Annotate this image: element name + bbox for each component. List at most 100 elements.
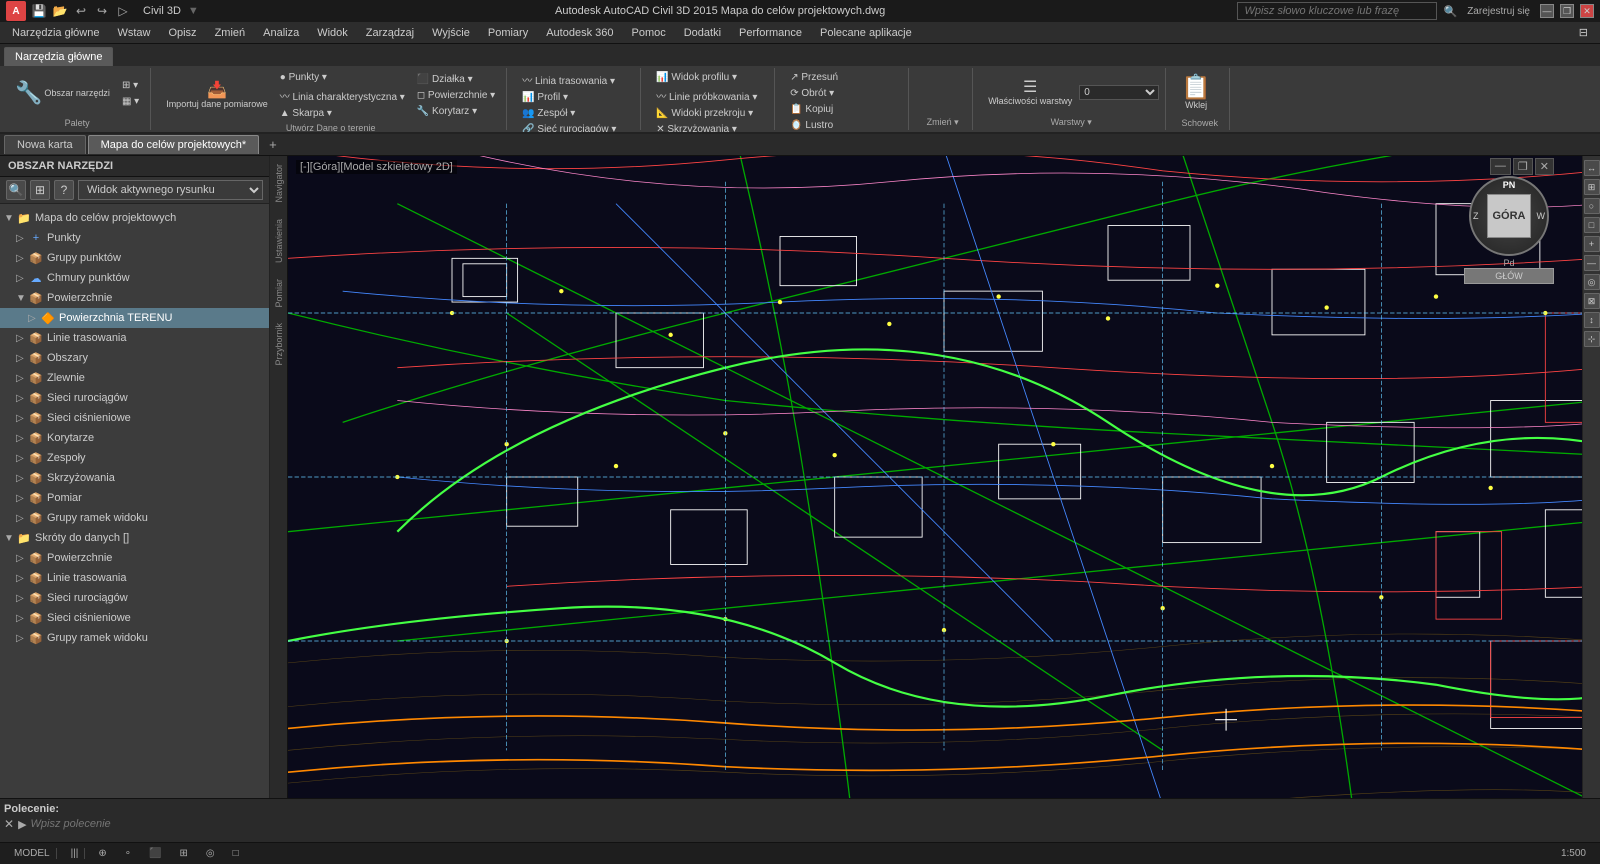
panel-tool-2[interactable]: ⊞: [30, 180, 50, 200]
expand-mapa[interactable]: ▼: [4, 213, 16, 224]
btn-profil[interactable]: 📊 Profil ▾: [517, 90, 621, 105]
vp-btn-3[interactable]: ○: [1584, 198, 1600, 214]
menu-expand[interactable]: ⊟: [1571, 24, 1596, 41]
btn-obszar-narzedzi[interactable]: 🔧 Obszar narzędzi: [10, 79, 115, 107]
nav-label-navigator[interactable]: Navigator: [272, 160, 286, 207]
qat-undo[interactable]: ↪: [93, 2, 111, 20]
btn-skarpa[interactable]: ▲ Skarpa ▾: [275, 106, 410, 121]
tab-nowa-karta[interactable]: Nowa karta: [4, 135, 86, 154]
btn-linie-prob[interactable]: 〰 Linie próbkowania ▾: [651, 86, 762, 105]
expand-grupy-ramek[interactable]: ▷: [16, 513, 28, 524]
nav-glow-btn[interactable]: GŁÓW: [1464, 268, 1554, 284]
btn-linia-tras[interactable]: 〰 Linia trasowania ▾: [517, 70, 621, 89]
menu-pomiary[interactable]: Pomiary: [480, 25, 536, 41]
btn-zespol[interactable]: 👥 Zespół ▾: [517, 106, 621, 121]
expand-sieci-cisn[interactable]: ▷: [16, 413, 28, 424]
qat-save[interactable]: ↩: [72, 2, 90, 20]
tree-item-skroty-pow[interactable]: ▷ 📦 Powierzchnie: [0, 548, 269, 568]
qat-redo[interactable]: ▷: [114, 2, 132, 20]
menu-performance[interactable]: Performance: [731, 25, 810, 41]
search-icon[interactable]: 🔍: [1443, 5, 1457, 18]
menu-zarzadzaj[interactable]: Zarządzaj: [358, 25, 422, 41]
tab-mapa[interactable]: Mapa do celów projektowych*: [88, 135, 260, 154]
menu-zmien[interactable]: Zmień: [207, 25, 254, 41]
tree-root-skroty[interactable]: ▼ 📁 Skróty do danych []: [0, 528, 269, 548]
menu-analiza[interactable]: Analiza: [255, 25, 307, 41]
btn-lustro[interactable]: 🪞 Lustro: [785, 118, 854, 132]
tree-item-powierzchnie[interactable]: ▼ 📦 Powierzchnie: [0, 288, 269, 308]
status-zoom[interactable]: 1:500: [1555, 848, 1592, 859]
panel-tool-3[interactable]: ?: [54, 180, 74, 200]
btn-importuj[interactable]: 📥 Importuj dane pomiarowe: [161, 80, 273, 112]
tree-item-terenu[interactable]: ▷ 🔶 Powierzchnia TERENU: [0, 308, 269, 328]
tree-item-grupy-punktow[interactable]: ▷ 📦 Grupy punktów: [0, 248, 269, 268]
expand-korytarze[interactable]: ▷: [16, 433, 28, 444]
tree-item-skroty-ramki[interactable]: ▷ 📦 Grupy ramek widoku: [0, 628, 269, 648]
expand-zlewnie[interactable]: ▷: [16, 373, 28, 384]
menu-widok[interactable]: Widok: [309, 25, 356, 41]
expand-punkty[interactable]: ▷: [16, 233, 28, 244]
vp-btn-4[interactable]: □: [1584, 217, 1600, 233]
vp-btn-5[interactable]: +: [1584, 236, 1600, 252]
btn-linia-char[interactable]: 〰 Linia charakterystyczna ▾: [275, 86, 410, 105]
expand-zespoly[interactable]: ▷: [16, 453, 28, 464]
tree-item-chmury[interactable]: ▷ ☁ Chmury punktów: [0, 268, 269, 288]
menu-dodatki[interactable]: Dodatki: [676, 25, 729, 41]
menu-wyjscie[interactable]: Wyjście: [424, 25, 478, 41]
status-model[interactable]: MODEL: [8, 848, 57, 859]
status-lweight[interactable]: □: [228, 847, 244, 860]
cmdbar-close-btn[interactable]: ✕: [4, 817, 14, 831]
minimize-button[interactable]: —: [1540, 4, 1554, 18]
nav-label-ustawienia[interactable]: Ustawienia: [272, 215, 286, 267]
expand-skroty-pow[interactable]: ▷: [16, 553, 28, 564]
expand-pomiar[interactable]: ▷: [16, 493, 28, 504]
vp-btn-10[interactable]: ⊹: [1584, 331, 1600, 347]
tree-item-punkty[interactable]: ▷ + Punkty: [0, 228, 269, 248]
btn-kopiuj[interactable]: 📋 Kopiuj: [785, 102, 854, 117]
btn-widok-profilu[interactable]: 📊 Widok profilu ▾: [651, 70, 762, 85]
expand-skrzyz[interactable]: ▷: [16, 473, 28, 484]
menu-opisz[interactable]: Opisz: [160, 25, 204, 41]
vp-close-btn[interactable]: ✕: [1535, 158, 1554, 175]
tree-item-obszary[interactable]: ▷ 📦 Obszary: [0, 348, 269, 368]
btn-obrot[interactable]: ⟳ Obrót ▾: [785, 86, 854, 101]
status-isnap[interactable]: ⊞: [174, 847, 192, 860]
btn-wklej[interactable]: 📋 Wklej: [1176, 73, 1216, 113]
restore-button[interactable]: ❐: [1560, 4, 1574, 18]
tree-item-zlewnie[interactable]: ▷ 📦 Zlewnie: [0, 368, 269, 388]
menu-polecane[interactable]: Polecane aplikacje: [812, 25, 920, 41]
menu-wstaw[interactable]: Wstaw: [109, 25, 158, 41]
tree-item-sieci-cisn[interactable]: ▷ 📦 Sieci ciśnieniowe: [0, 408, 269, 428]
tree-item-skroty-linie[interactable]: ▷ 📦 Linie trasowania: [0, 568, 269, 588]
btn-przesun[interactable]: ↗ Przesuń: [785, 70, 854, 85]
vp-btn-7[interactable]: ◎: [1584, 274, 1600, 290]
btn-p1[interactable]: ⊞ ▾: [117, 78, 144, 93]
command-input[interactable]: [31, 818, 1596, 830]
tree-item-zespoly[interactable]: ▷ 📦 Zespoły: [0, 448, 269, 468]
viewport[interactable]: [-][Góra][Model szkieletowy 2D]: [288, 156, 1600, 798]
expand-skroty-ramki[interactable]: ▷: [16, 633, 28, 644]
vp-btn-1[interactable]: ↔: [1584, 160, 1600, 176]
cad-drawing[interactable]: X: [288, 156, 1600, 798]
expand-skroty-cisn[interactable]: ▷: [16, 613, 28, 624]
menu-autodesk360[interactable]: Autodesk 360: [538, 25, 621, 41]
tree-item-skrzyzowania[interactable]: ▷ 📦 Skrzyżowania: [0, 468, 269, 488]
panel-view-dropdown[interactable]: Widok aktywnego rysunku: [78, 180, 263, 200]
expand-chmury[interactable]: ▷: [16, 273, 28, 284]
expand-skroty-linie[interactable]: ▷: [16, 573, 28, 584]
nav-glow-label[interactable]: GŁÓW: [1464, 268, 1554, 284]
status-snap[interactable]: ⊕: [93, 847, 111, 860]
panel-tool-1[interactable]: 🔍: [6, 180, 26, 200]
tab-narzedzia-glowne[interactable]: Narzędzia główne: [4, 47, 113, 66]
vp-btn-6[interactable]: —: [1584, 255, 1600, 271]
vp-btn-9[interactable]: ↕: [1584, 312, 1600, 328]
expand-skroty[interactable]: ▼: [4, 533, 16, 544]
tree-item-skroty-sieci[interactable]: ▷ 📦 Sieci rurociągów: [0, 588, 269, 608]
expand-linie[interactable]: ▷: [16, 333, 28, 344]
tree-root-mapa[interactable]: ▼ 📁 Mapa do celów projektowych: [0, 208, 269, 228]
tree-item-pomiar[interactable]: ▷ 📦 Pomiar: [0, 488, 269, 508]
nav-cube-face-top[interactable]: GÓRA: [1487, 194, 1531, 238]
layer-select[interactable]: 0: [1079, 85, 1159, 100]
close-button[interactable]: ✕: [1580, 4, 1594, 18]
tree-item-sieci-rur[interactable]: ▷ 📦 Sieci rurociągów: [0, 388, 269, 408]
